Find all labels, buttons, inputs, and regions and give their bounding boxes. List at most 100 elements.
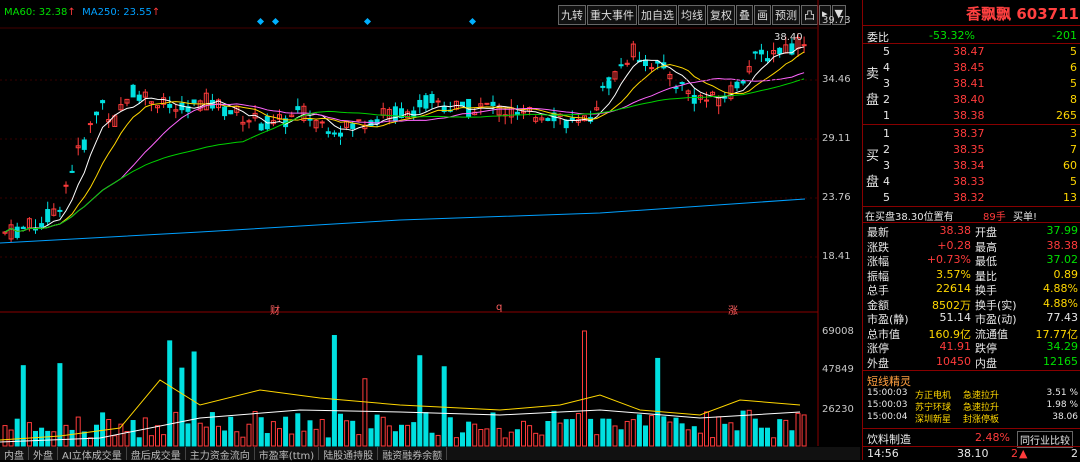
tab-margin[interactable]: 融资融券余额 [378, 447, 448, 462]
order-price: 38.38 [953, 109, 985, 122]
volume-bar [191, 351, 197, 447]
volume-bar [112, 435, 118, 447]
order-book-row[interactable]: 3 38.41 5 [863, 77, 1080, 91]
order-book-row[interactable]: 5 38.32 13 [863, 191, 1080, 205]
elf-item[interactable]: 15:00:04 深圳新星 封涨停板 38.06 [863, 412, 1080, 426]
candle-body [191, 99, 197, 104]
event-marker-limit-up[interactable]: 涨 [728, 302, 738, 317]
tab-inner-vol[interactable]: 内盘 [0, 447, 29, 462]
volume-bar [392, 431, 398, 447]
volume-bar [307, 420, 313, 447]
stock-name: 香飘飘 603711 [966, 5, 1079, 23]
volume-bar [301, 430, 307, 447]
stat-row: 涨跌 +0.28 最高 38.38 [863, 239, 1080, 254]
volume-bar [722, 423, 728, 447]
order-book-row[interactable]: 1 38.37 3 [863, 127, 1080, 141]
order-price: 38.37 [953, 127, 985, 140]
tab-main-funds[interactable]: 主力资金流向 [186, 447, 255, 462]
elf-time: 15:00:04 [867, 412, 908, 422]
volume-bar [161, 434, 167, 447]
volume-bar [685, 429, 691, 447]
volume-bar [466, 421, 472, 447]
volume-bar [771, 437, 777, 447]
stat-value: 37.02 [1046, 253, 1079, 266]
notice-vol: 89手 [983, 212, 1006, 223]
volume-bar [514, 429, 520, 447]
order-book-row[interactable]: 2 38.40 8 [863, 93, 1080, 107]
order-volume: 5 [1070, 175, 1077, 188]
stat-label: 外盘 [867, 356, 889, 370]
tab-ai-volume[interactable]: AI立体成交量 [58, 447, 127, 462]
volume-bar [26, 422, 32, 447]
candle-body [307, 118, 313, 121]
volume-bar [258, 417, 264, 447]
stat-value: 4.88% [1043, 282, 1078, 295]
volume-bar [331, 335, 337, 447]
event-diamond-icon [271, 17, 280, 26]
volume-bar [173, 411, 179, 447]
candle-body [392, 106, 398, 121]
volume-bar [319, 418, 325, 447]
volume-bar [106, 419, 112, 447]
tab-hk-connect[interactable]: 陆股通持股 [319, 447, 379, 462]
volume-bar [130, 420, 136, 447]
volume-bar [740, 410, 746, 447]
candle-body [429, 94, 435, 104]
volume-bar [697, 432, 703, 447]
tab-after-hours[interactable]: 盘后成交量 [127, 447, 186, 462]
event-diamond-icon [363, 17, 372, 26]
volume-bar [252, 411, 258, 447]
sell-side-label-1: 卖 [866, 67, 880, 82]
elf-event: 封涨停板 [963, 415, 1000, 425]
volume-bar [14, 418, 20, 447]
webi-value: -53.32% [929, 29, 975, 42]
volume-bar [539, 434, 545, 447]
volume-bar [57, 363, 63, 447]
volume-bar [624, 420, 630, 447]
order-book-row[interactable]: 3 38.34 60 [863, 159, 1080, 173]
volume-bar [179, 367, 185, 447]
order-book-row[interactable]: 2 38.35 7 [863, 143, 1080, 157]
volume-bar [582, 330, 587, 447]
candle-body [258, 123, 264, 131]
kline-chart-area[interactable]: MA60: 32.38↑ MA250: 23.55↑ 九转 重大事件 加自选 均… [0, 0, 860, 462]
tab-outer-vol[interactable]: 外盘 [29, 447, 58, 462]
stat-value: 37.99 [1046, 224, 1079, 237]
event-marker-finance[interactable]: 财 [270, 302, 280, 317]
tab-pe-ttm[interactable]: 市盈率(ttm) [255, 447, 320, 462]
buy-side-label-2: 盘 [866, 175, 880, 190]
order-book-row[interactable]: 1 38.38 265 [863, 109, 1080, 123]
candle-body [100, 100, 106, 104]
industry-name[interactable]: 饮料制造 [867, 431, 911, 447]
event-diamond-icon [468, 17, 477, 26]
volume-bar [746, 409, 752, 447]
candle-body [649, 67, 655, 70]
volume-bar [606, 418, 612, 447]
buy-side-label-1: 买 [866, 149, 880, 164]
stat-value: 0.89 [1053, 267, 1079, 281]
webi-diff: -201 [1052, 29, 1077, 42]
order-book-row[interactable]: 4 38.33 5 [863, 175, 1080, 189]
volume-bar [795, 412, 801, 447]
order-book-row[interactable]: 5 38.47 5 [863, 45, 1080, 59]
volume-bar [636, 414, 642, 447]
candle-body [777, 47, 783, 55]
candle-body [338, 132, 343, 137]
volume-bar [350, 420, 356, 447]
volume-bar [508, 431, 514, 447]
elf-stock: 深圳新星 [915, 415, 952, 425]
order-book-row[interactable]: 4 38.45 6 [863, 61, 1080, 75]
footer-price: 38.10 [957, 447, 989, 460]
max-price-label: 38.40 [774, 32, 803, 43]
short-line-elves-title[interactable]: 短线精灵 [867, 373, 911, 389]
volume-bar [728, 422, 734, 447]
candle-body [569, 117, 575, 121]
event-marker-q[interactable]: q [496, 302, 502, 313]
order-level: 1 [883, 109, 890, 122]
volume-bar [380, 416, 386, 447]
stat-row: 总市值 160.9亿 流通值 17.77亿 [863, 326, 1080, 341]
volume-bar [136, 437, 142, 447]
elf-value: 1.98 % [1046, 400, 1078, 410]
volume-bar [600, 418, 606, 447]
volume-bar [673, 417, 679, 447]
